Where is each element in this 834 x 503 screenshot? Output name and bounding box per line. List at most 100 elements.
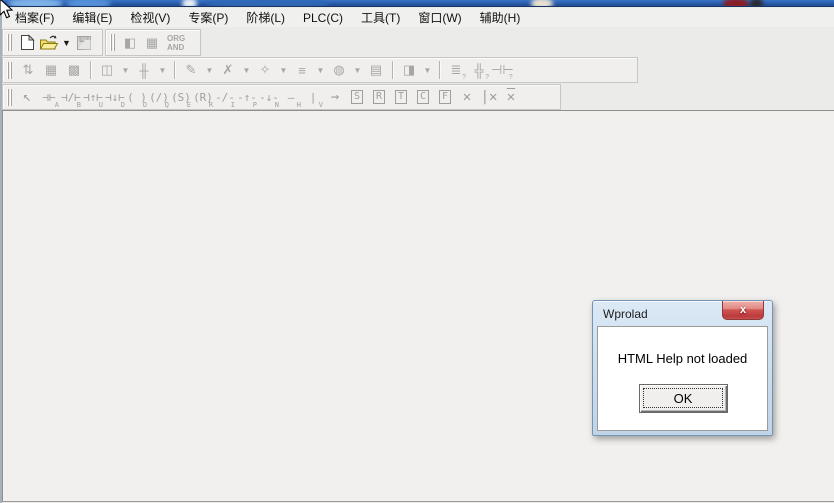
ok-button[interactable]: OK bbox=[639, 384, 728, 413]
contact-rising-tool-button[interactable]: ⊣↑⊢U bbox=[82, 87, 104, 108]
hline-tool-button[interactable]: —H bbox=[280, 87, 302, 108]
device-monitor-button[interactable]: ▩ bbox=[63, 60, 85, 81]
menu-project[interactable]: 专案(P) bbox=[179, 7, 237, 28]
device-lamp-icon: ◍ bbox=[333, 62, 344, 78]
and-label: AND bbox=[167, 43, 184, 52]
coil-not-tool-button[interactable]: (/)Q bbox=[148, 87, 170, 108]
invert-tool-button[interactable]: -/-I bbox=[214, 87, 236, 108]
find-in-table-button[interactable]: ◨ bbox=[398, 60, 420, 81]
toolbar-grip[interactable] bbox=[7, 62, 13, 79]
contact-falling-tool-button[interactable]: ⊣↓⊢D bbox=[104, 87, 126, 108]
instruction-keypad-button[interactable]: ▦ bbox=[141, 32, 163, 53]
sfc-view-icon: ◫ bbox=[101, 62, 113, 78]
monitor-lamp-dropdown[interactable]: ▼ bbox=[277, 60, 290, 81]
new-file-button[interactable] bbox=[16, 32, 38, 53]
instruction-list-button[interactable]: ≡ bbox=[291, 60, 313, 81]
device-lamp-button[interactable]: ◍ bbox=[328, 60, 350, 81]
question-mark: ? bbox=[462, 74, 466, 81]
open-dropdown-arrow[interactable]: ▼ bbox=[60, 32, 73, 53]
offline-user-dropdown[interactable]: ▼ bbox=[240, 60, 253, 81]
toolbar-separator bbox=[90, 61, 91, 79]
dialog-body: HTML Help not loaded OK bbox=[597, 326, 768, 431]
contact-no-icon: ⊣⊢ bbox=[42, 91, 55, 104]
step-r-icon: R bbox=[373, 90, 385, 104]
open-folder-icon bbox=[39, 34, 59, 51]
sfc-view-button[interactable]: ◫ bbox=[96, 60, 118, 81]
menu-tools[interactable]: 工具(T) bbox=[352, 7, 409, 28]
question-mark: ? bbox=[509, 74, 513, 81]
vline-tool-button[interactable]: |V bbox=[302, 87, 324, 108]
wallpaper-blob bbox=[205, 0, 330, 7]
toolbar-grip[interactable] bbox=[110, 34, 116, 51]
find-in-table-icon: ◨ bbox=[403, 62, 415, 78]
window-titlebar-sliver bbox=[0, 0, 834, 7]
contact-no-tool-button[interactable]: ⊣⊢A bbox=[38, 87, 60, 108]
delete-row-tool-button[interactable]: ✕ bbox=[500, 87, 522, 108]
open-file-button[interactable] bbox=[38, 32, 60, 53]
wallpaper-blob bbox=[8, 0, 63, 7]
menu-window[interactable]: 窗口(W) bbox=[409, 7, 470, 28]
dialog-close-button[interactable]: x bbox=[722, 301, 764, 320]
menu-ladder[interactable]: 阶梯(L) bbox=[237, 7, 294, 28]
coil-tool-button[interactable]: ( )O bbox=[126, 87, 148, 108]
menu-file[interactable]: 档案(F) bbox=[6, 7, 63, 28]
instruction-list-dropdown[interactable]: ▼ bbox=[314, 60, 327, 81]
toolbar-ladder-tools: ↖ ⊣⊢A ⊣/⊢B ⊣↑⊢U ⊣↓⊢D ( )O (/)Q (S)E (R)R… bbox=[2, 84, 561, 110]
menu-plc[interactable]: PLC(C) bbox=[294, 9, 352, 27]
falling-pulse-tool-button[interactable]: -↓-N bbox=[258, 87, 280, 108]
toolbar-grip[interactable] bbox=[7, 34, 13, 51]
reset-coil-tool-button[interactable]: (R)R bbox=[192, 87, 214, 108]
org-label: ORG bbox=[167, 34, 185, 43]
save-disk-icon bbox=[76, 35, 92, 51]
output-arrow-tool-button[interactable]: → bbox=[324, 87, 346, 108]
menu-bar: 档案(F) 编辑(E) 检视(V) 专案(P) 阶梯(L) PLC(C) 工具(… bbox=[2, 8, 834, 27]
step-r-tool-button[interactable]: R bbox=[368, 87, 390, 108]
delete-vline-tool-button[interactable]: |✕ bbox=[478, 87, 500, 108]
ladder-view-dropdown[interactable]: ▼ bbox=[156, 60, 169, 81]
delete-tool-button[interactable]: ✕ bbox=[456, 87, 478, 108]
help-instruction-button[interactable]: ≣ ? bbox=[445, 60, 467, 81]
toolbar-standard-edit: ◧ ▦ ORG AND bbox=[105, 29, 201, 56]
dialog-title: Wprolad bbox=[603, 307, 648, 321]
dialog-message: HTML Help not loaded bbox=[598, 351, 767, 366]
comment-table-button[interactable]: ▤ bbox=[365, 60, 387, 81]
new-file-icon bbox=[20, 34, 35, 51]
simulator-button[interactable]: ▦ bbox=[40, 60, 62, 81]
sfc-view-dropdown[interactable]: ▼ bbox=[119, 60, 132, 81]
ladder-window-button[interactable]: ◧ bbox=[119, 32, 141, 53]
wallpaper-blob bbox=[531, 0, 553, 7]
rising-pulse-tool-button[interactable]: -↑-P bbox=[236, 87, 258, 108]
edit-mode-button[interactable]: ✎ bbox=[180, 60, 202, 81]
ladder-convert-icon: ⇅ bbox=[23, 62, 34, 78]
help-contact-button[interactable]: ⊣⊢ ? bbox=[491, 60, 514, 81]
counter-icon: C bbox=[417, 90, 429, 104]
help-ladder-button[interactable]: ╬ ? bbox=[468, 60, 490, 81]
toolbar-project: ⇅ ▦ ▩ ◫ ▼ ╫ ▼ ✎ ▼ ✗ ▼ ✧ ▼ ≡ ▼ ◍ ▼ ▤ ◨ ▼ … bbox=[2, 57, 638, 83]
ladder-view-button[interactable]: ╫ bbox=[133, 60, 155, 81]
comment-table-icon: ▤ bbox=[370, 62, 382, 78]
toolbar-separator bbox=[439, 61, 440, 79]
menu-edit[interactable]: 编辑(E) bbox=[63, 7, 121, 28]
offline-user-icon: ✗ bbox=[223, 62, 234, 78]
menu-view[interactable]: 检视(V) bbox=[121, 7, 179, 28]
help-ladder-icon: ╬ bbox=[474, 63, 483, 78]
toolbar-grip[interactable] bbox=[7, 89, 13, 106]
function-tool-button[interactable]: F bbox=[434, 87, 456, 108]
contact-nc-tool-button[interactable]: ⊣/⊢B bbox=[60, 87, 82, 108]
arrow-icon: → bbox=[331, 89, 339, 105]
set-coil-tool-button[interactable]: (S)E bbox=[170, 87, 192, 108]
offline-user-button[interactable]: ✗ bbox=[217, 60, 239, 81]
edit-mode-dropdown[interactable]: ▼ bbox=[203, 60, 216, 81]
timer-tool-button[interactable]: T bbox=[390, 87, 412, 108]
device-lamp-dropdown[interactable]: ▼ bbox=[351, 60, 364, 81]
monitor-lamp-button[interactable]: ✧ bbox=[254, 60, 276, 81]
save-button[interactable] bbox=[73, 32, 95, 53]
ladder-convert-button[interactable]: ⇅ bbox=[17, 60, 39, 81]
pointer-tool-button[interactable]: ↖ bbox=[16, 87, 38, 108]
menu-help[interactable]: 辅助(H) bbox=[471, 7, 530, 28]
counter-tool-button[interactable]: C bbox=[412, 87, 434, 108]
find-in-table-dropdown[interactable]: ▼ bbox=[421, 60, 434, 81]
ladder-view-icon: ╫ bbox=[139, 63, 148, 78]
org-and-button[interactable]: ORG AND bbox=[163, 34, 189, 52]
step-s-tool-button[interactable]: S bbox=[346, 87, 368, 108]
